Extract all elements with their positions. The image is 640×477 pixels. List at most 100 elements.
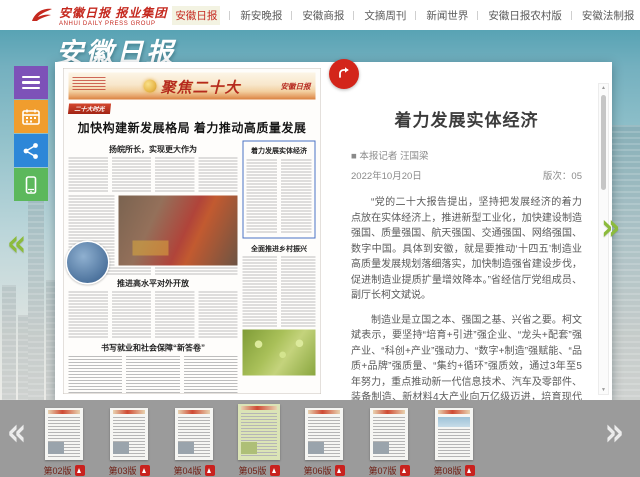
thumbnail-photo-block <box>308 442 324 454</box>
thumbnail-item-page-02[interactable]: 第02版 <box>40 408 88 477</box>
pdf-icon[interactable] <box>205 465 215 476</box>
article-date: 2022年10月20日 <box>351 168 422 182</box>
phone-icon <box>22 176 40 194</box>
pdf-icon[interactable] <box>465 465 475 476</box>
thumbnail-item-page-06[interactable]: 第06版 <box>300 408 348 477</box>
pdf-icon[interactable] <box>140 465 150 476</box>
highlighted-article-box[interactable]: 着力发展实体经济 <box>243 141 316 239</box>
thumbnail-photo-block <box>113 442 129 454</box>
thumbnail-label[interactable]: 第08版 <box>433 464 461 477</box>
newspaper-page-side: 聚焦二十大 安徽日报 二十大时光 加快构建新发展格局 着力推动高质量发展 扬皖所… <box>55 62 327 400</box>
thumbnail-image[interactable] <box>110 408 148 460</box>
thumbnail-photo-block <box>48 442 64 454</box>
thumbnail-image[interactable] <box>305 408 343 460</box>
nav-item-digest-weekly[interactable]: 文摘周刊 <box>359 5 421 26</box>
thumbnail-item-page-07[interactable]: 第07版 <box>365 408 413 477</box>
back-arrow-icon <box>336 66 352 82</box>
article-panel: 着力发展实体经济 ■ 本报记者 汪国梁 2022年10月20日 版次：05 “党… <box>327 62 612 400</box>
thumbnail-label[interactable]: 第06版 <box>303 464 331 477</box>
logo-subtitle: ANHUI DAILY PRESS GROUP <box>59 21 167 27</box>
reader-panel: 聚焦二十大 安徽日报 二十大时光 加快构建新发展格局 着力推动高质量发展 扬皖所… <box>55 62 612 400</box>
thumbnail-label[interactable]: 第05版 <box>238 464 266 477</box>
thumbnail-photo-block <box>241 442 257 454</box>
thumbnail-photo-block <box>178 442 194 454</box>
calendar-icon <box>22 108 40 126</box>
paper-banner: 聚焦二十大 安徽日报 <box>69 73 316 100</box>
thumbnail-image[interactable] <box>435 408 473 460</box>
thumbnail-item-page-04[interactable]: 第04版 <box>170 408 218 477</box>
main-area: 安徽日报 <box>0 30 640 400</box>
orchard-photo <box>243 330 316 376</box>
menu-icon <box>22 73 40 93</box>
thumbnail-image[interactable] <box>45 408 83 460</box>
scroll-thumb[interactable] <box>601 95 606 190</box>
newspaper-page[interactable]: 聚焦二十大 安徽日报 二十大时光 加快构建新发展格局 着力推动高质量发展 扬皖所… <box>63 68 321 394</box>
paper-left-region: 扬皖所长，实现更大作为 <box>69 141 238 395</box>
strip-prev-button[interactable]: « <box>7 410 26 456</box>
factory-photo <box>118 196 237 266</box>
back-button[interactable] <box>329 59 359 89</box>
paper-headline: 加快构建新发展格局 着力推动高质量发展 <box>70 118 315 136</box>
thumbnail-label[interactable]: 第03版 <box>108 464 136 477</box>
article-meta: 2022年10月20日 版次：05 <box>351 168 582 182</box>
article-paragraph: 制造业是立国之本、强国之基、兴省之要。柯文斌表示，要坚持“培育+引进”强企业、“… <box>351 313 582 401</box>
pdf-icon[interactable] <box>75 465 85 476</box>
placeholder-text-columns <box>69 158 238 193</box>
placeholder-text-columns <box>69 356 238 394</box>
thumbnail-image[interactable] <box>370 408 408 460</box>
nav-item-rural-edition[interactable]: 安徽日报农村版 <box>483 5 577 26</box>
press-group-logo[interactable]: 安徽日报 报业集团 ANHUI DAILY PRESS GROUP <box>30 4 167 27</box>
thumbnail-photo-block <box>373 442 389 454</box>
party-emblem-icon <box>144 80 157 93</box>
article-edition: 版次：05 <box>543 168 582 182</box>
calendar-button[interactable] <box>14 100 48 133</box>
thumbnail-image[interactable] <box>238 404 280 460</box>
thumbnail-photo-block <box>438 417 470 427</box>
mobile-button[interactable] <box>14 168 48 201</box>
placeholder-text-columns <box>69 292 238 340</box>
paper-edition-info <box>73 77 106 90</box>
article-paragraph: “党的二十大报告提出，坚持把发展经济的着力点放在实体经济上，推进新型工业化，加快… <box>351 195 582 304</box>
article-title: 着力发展实体经济 <box>351 106 582 131</box>
paper-photo-row <box>69 196 238 266</box>
paper-name: 安徽日报 <box>280 81 310 92</box>
share-button[interactable] <box>14 134 48 167</box>
page-next-button[interactable]: » <box>601 206 620 250</box>
nav-item-legal-daily[interactable]: 安徽法制报 <box>577 5 640 26</box>
paper-article-highlighted-headline: 着力发展实体经济 <box>247 146 312 156</box>
thumbnail-item-page-03[interactable]: 第03版 <box>105 408 153 477</box>
scroll-up-button[interactable]: ▲ <box>599 84 608 92</box>
thumbnail-strip: « 第02版 第03版 第04版 第05版 第06版 第07版 第08版 <box>0 400 640 477</box>
sidebar-toolbar <box>14 66 48 202</box>
paper-article-bottom-headline: 书写就业和社会保障“新答卷” <box>69 341 238 353</box>
menu-button[interactable] <box>14 66 48 99</box>
page-prev-button[interactable]: « <box>7 222 26 266</box>
pdf-icon[interactable] <box>270 465 280 476</box>
thumbnail-label[interactable]: 第02版 <box>43 464 71 477</box>
article-byline: ■ 本报记者 汪国梁 <box>351 148 582 162</box>
nav-item-anhui-daily[interactable]: 安徽日报 <box>167 3 235 28</box>
share-icon <box>22 142 40 160</box>
strip-next-button[interactable]: » <box>605 410 624 456</box>
scroll-down-button[interactable]: ▼ <box>599 386 608 394</box>
pdf-icon[interactable] <box>400 465 410 476</box>
thumbnail-item-page-05[interactable]: 第05版 <box>235 404 283 477</box>
press-group-logo-icon <box>30 6 54 24</box>
thumbnail-item-page-08[interactable]: 第08版 <box>430 408 478 477</box>
top-nav: 安徽日报 新安晚报 安徽商报 文摘周刊 新闻世界 安徽日报农村版 安徽法制报 江… <box>167 3 640 28</box>
thumbnail-label[interactable]: 第07版 <box>368 464 396 477</box>
nav-item-anhui-business[interactable]: 安徽商报 <box>297 5 359 26</box>
pdf-icon[interactable] <box>335 465 345 476</box>
nav-item-news-world[interactable]: 新闻世界 <box>421 5 483 26</box>
placeholder-text-columns <box>243 257 316 327</box>
article-body: “党的二十大报告提出，坚持把发展经济的着力点放在实体经济上，推进新型工业化，加快… <box>351 195 582 400</box>
nav-item-xinan-evening[interactable]: 新安晚报 <box>235 5 297 26</box>
paper-article-left-headline: 扬皖所长，实现更大作为 <box>69 143 238 155</box>
thumbnail-list: 第02版 第03版 第04版 第05版 第06版 第07版 第08版 <box>40 404 478 477</box>
circle-photo <box>66 241 110 285</box>
thumbnail-label[interactable]: 第04版 <box>173 464 201 477</box>
logo-text: 安徽日报 报业集团 ANHUI DAILY PRESS GROUP <box>59 4 167 27</box>
paper-article-right-headline: 全面推进乡村振兴 <box>243 244 316 254</box>
paper-right-region: 着力发展实体经济 全面推进乡村振兴 <box>243 141 316 395</box>
thumbnail-image[interactable] <box>175 408 213 460</box>
